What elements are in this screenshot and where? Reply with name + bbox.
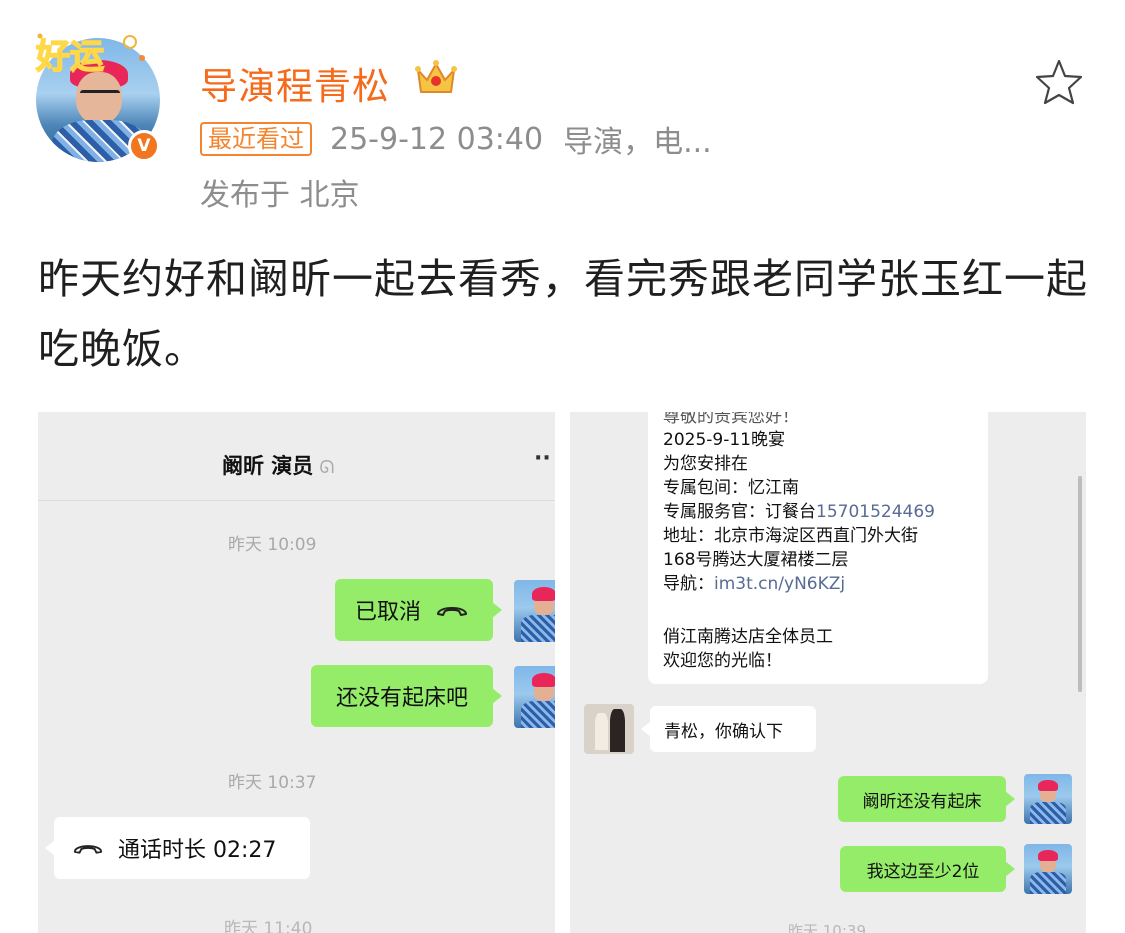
receipt-line: 欢迎您的光临！ [663, 651, 782, 671]
star-icon[interactable] [1034, 58, 1084, 106]
reservation-message-card: 尊敬的贵宾您好！ 2025-9-11晚宴 为您安排在 专属包间：忆江南 专属服务… [648, 412, 988, 684]
my-avatar [1024, 844, 1072, 894]
receipt-line: 专属包间：忆江南 [663, 478, 799, 498]
post-location: 发布于 北京 [200, 178, 360, 213]
time-label-partial: 昨天 11:40 [224, 919, 313, 933]
time-label-partial: 昨天 10:39 [788, 922, 866, 933]
crown-icon [415, 60, 457, 93]
receipt-line: 2025-9-11晚宴 [663, 430, 785, 450]
recent-viewed-tag: 最近看过 [200, 122, 312, 156]
my-avatar [514, 580, 555, 642]
receipt-line: 为您安排在 [663, 454, 748, 474]
verified-badge-icon: V [128, 130, 160, 162]
my-avatar [1024, 774, 1072, 824]
post-meta: 最近看过 25-9-12 03:40 导演，电... [200, 121, 712, 160]
chat-bubble-sent: 还没有起床吧 [311, 665, 502, 727]
hangup-phone-icon [437, 607, 468, 616]
receipt-line: 俏江南腾达店全体员工 [663, 627, 833, 647]
chat-title: 阚昕 演员 ᘏ [222, 454, 335, 478]
image-left-chat-screenshot[interactable]: 阚昕 演员 ᘏ ·· 昨天 10:09 已取消 还没有起床吧 昨天 10:37 通… [38, 412, 555, 933]
receipt-line: 168号腾达大厦裙楼二层 [663, 550, 849, 570]
my-avatar [514, 666, 555, 728]
contact-avatar [584, 704, 634, 754]
listen-ear-icon: ᘏ [319, 457, 335, 478]
svg-text:好运: 好运 [35, 37, 104, 77]
phone-link[interactable]: 15701524469 [816, 502, 935, 522]
author-avatar[interactable]: 好运 V [34, 33, 160, 162]
receipt-line: 地址：北京市海淀区西直门外大街 [663, 526, 918, 546]
hangup-phone-icon [73, 845, 103, 854]
chat-bubble-sent: 阚昕还没有起床 [838, 776, 1015, 822]
receipt-line: 导航：im3t.cn/yN6KZj [663, 574, 846, 594]
chat-bubble-received: 通话时长 02:27 [45, 817, 310, 879]
post-body-text: 昨天约好和阚昕一起去看秀，看完秀跟老同学张玉红一起吃晚饭。 [38, 255, 1088, 373]
author-name[interactable]: 导演程青松 [200, 56, 390, 110]
chat-bubble-sent: 我这边至少2位 [840, 846, 1015, 892]
author-description: 导演，电... [563, 125, 712, 160]
image-right-chat-screenshot[interactable]: 尊敬的贵宾您好！ 2025-9-11晚宴 为您安排在 专属包间：忆江南 专属服务… [570, 412, 1086, 933]
time-label: 昨天 10:37 [228, 773, 317, 793]
nav-link[interactable]: im3t.cn/yN6KZj [714, 574, 845, 594]
receipt-line: 专属服务官：订餐台15701524469 [663, 502, 935, 522]
time-label: 昨天 10:09 [228, 535, 317, 555]
post-timestamp: 25-9-12 03:40 [330, 121, 544, 157]
chat-bubble-sent: 已取消 [335, 579, 502, 641]
festive-lucky-icon: 好运 [34, 33, 145, 78]
chat-bubble-received: 青松，你确认下 [641, 706, 816, 752]
header-divider [38, 500, 555, 501]
more-icon: ·· [534, 446, 551, 471]
scrollbar[interactable] [1078, 476, 1082, 692]
